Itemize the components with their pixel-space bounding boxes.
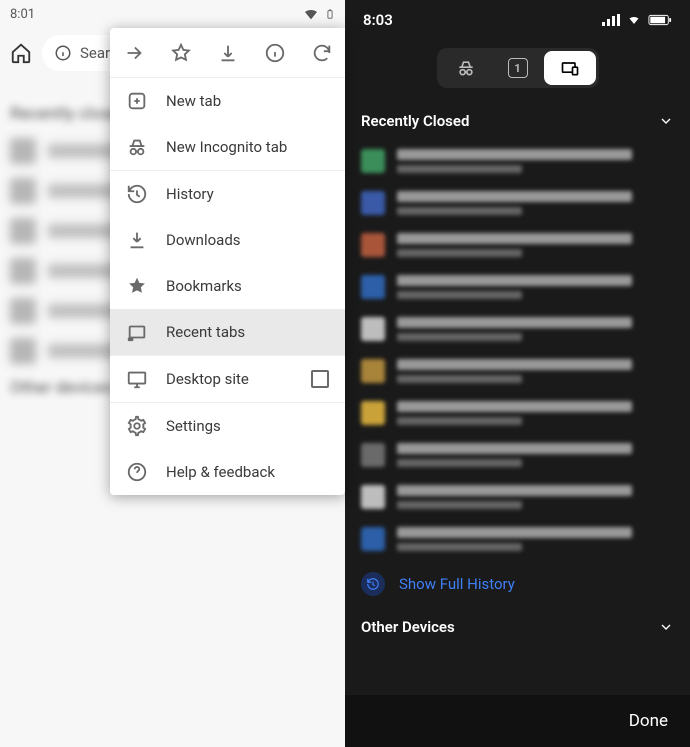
history-icon-circle	[361, 572, 385, 596]
done-bar: Done	[345, 695, 690, 747]
battery-icon	[325, 6, 335, 22]
refresh-icon[interactable]	[311, 42, 333, 64]
history-label: Show Full History	[399, 575, 515, 593]
incognito-icon	[456, 58, 476, 78]
recent-tabs-icon	[126, 321, 148, 343]
menu-label: Desktop site	[166, 370, 249, 388]
list-item[interactable]	[345, 434, 690, 476]
wifi-icon	[303, 6, 319, 22]
overflow-menu: New tab New Incognito tab History Downlo…	[110, 28, 345, 495]
info-icon[interactable]	[264, 42, 286, 64]
menu-label: History	[166, 185, 214, 203]
menu-recent-tabs[interactable]: Recent tabs	[110, 309, 345, 355]
signal-icon	[602, 14, 620, 26]
star-icon[interactable]	[170, 42, 192, 64]
segmented-control: 1	[345, 40, 690, 102]
seg-tabs[interactable]: 1	[492, 51, 544, 85]
show-full-history[interactable]: Show Full History	[345, 560, 690, 608]
info-icon	[54, 44, 72, 62]
list-item[interactable]	[345, 224, 690, 266]
android-pane: 8:01 Search Recently closed Other device…	[0, 0, 345, 747]
menu-incognito[interactable]: New Incognito tab	[110, 124, 345, 170]
menu-bookmarks[interactable]: Bookmarks	[110, 263, 345, 309]
list-item[interactable]	[345, 518, 690, 560]
menu-desktop-site[interactable]: Desktop site	[110, 356, 345, 402]
recently-closed-list	[345, 140, 690, 560]
ios-pane: 8:03 1 Recently Closed Show Full His	[345, 0, 690, 747]
wifi-icon	[626, 14, 642, 26]
list-item[interactable]	[345, 182, 690, 224]
done-button[interactable]: Done	[629, 711, 668, 731]
list-item[interactable]	[345, 476, 690, 518]
menu-label: Help & feedback	[166, 463, 275, 481]
section-label: Other Devices	[361, 618, 455, 636]
devices-icon	[560, 58, 580, 78]
ios-status-bar: 8:03	[345, 0, 690, 40]
menu-new-tab[interactable]: New tab	[110, 78, 345, 124]
menu-label: Settings	[166, 417, 221, 435]
list-item[interactable]	[345, 266, 690, 308]
tab-count: 1	[508, 58, 528, 78]
menu-downloads[interactable]: Downloads	[110, 217, 345, 263]
chevron-down-icon	[658, 619, 674, 635]
help-icon	[126, 461, 148, 483]
menu-label: New Incognito tab	[166, 138, 287, 156]
bookmarks-star-icon	[126, 275, 148, 297]
desktop-checkbox[interactable]	[311, 370, 329, 388]
forward-icon[interactable]	[123, 42, 145, 64]
plus-box-icon	[126, 90, 148, 112]
seg-incognito[interactable]	[440, 51, 492, 85]
menu-help[interactable]: Help & feedback	[110, 449, 345, 495]
download-icon[interactable]	[217, 42, 239, 64]
desktop-icon	[126, 368, 148, 390]
history-icon	[126, 183, 148, 205]
ios-time: 8:03	[363, 11, 393, 29]
list-item[interactable]	[345, 350, 690, 392]
menu-history[interactable]: History	[110, 171, 345, 217]
list-item[interactable]	[345, 140, 690, 182]
other-devices-header[interactable]: Other Devices	[345, 608, 690, 646]
home-icon[interactable]	[10, 42, 32, 64]
incognito-icon	[126, 136, 148, 158]
downloads-icon	[126, 229, 148, 251]
menu-label: Recent tabs	[166, 323, 245, 341]
section-label: Recently Closed	[361, 112, 469, 130]
chevron-down-icon	[658, 113, 674, 129]
menu-label: Bookmarks	[166, 277, 242, 295]
list-item[interactable]	[345, 392, 690, 434]
recently-closed-header[interactable]: Recently Closed	[345, 102, 690, 140]
menu-settings[interactable]: Settings	[110, 403, 345, 449]
list-item[interactable]	[345, 308, 690, 350]
seg-recent-tabs[interactable]	[544, 51, 596, 85]
gear-icon	[126, 415, 148, 437]
history-icon	[366, 577, 380, 591]
android-time: 8:01	[10, 7, 35, 22]
battery-icon	[648, 14, 672, 26]
android-status-bar: 8:01	[0, 0, 345, 28]
menu-label: Downloads	[166, 231, 241, 249]
menu-label: New tab	[166, 92, 221, 110]
